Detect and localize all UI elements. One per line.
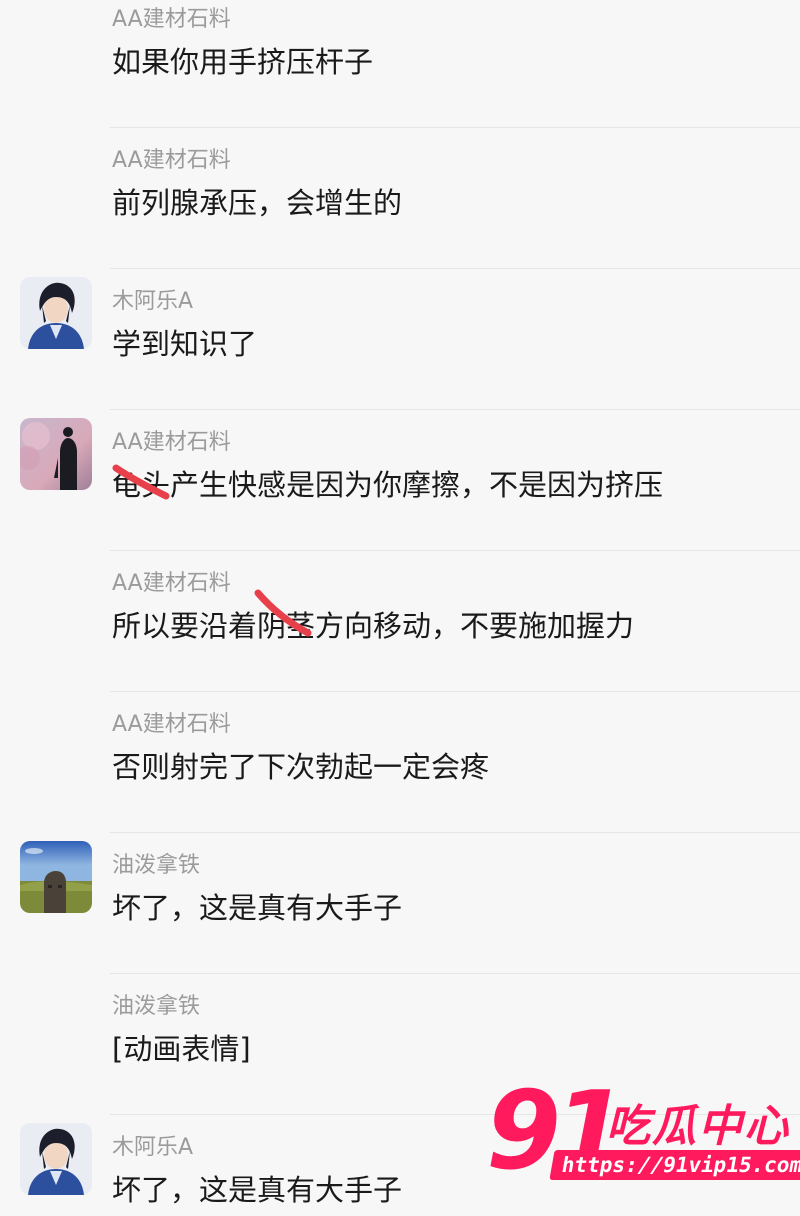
sender-name: AA建材石料: [112, 7, 231, 32]
sender-name: 油泼拿铁: [112, 853, 201, 878]
sender-name: AA建材石料: [112, 430, 231, 455]
message-text[interactable]: 坏了，这是真有大手子: [112, 885, 402, 927]
watermark-url: https://91vip15.com: [549, 1150, 800, 1180]
sender-name: AA建材石料: [112, 571, 231, 596]
chat-screen: AA建材石料 如果你用手挤压杆子 AA建材石料 前列腺承压，会增生的 木阿乐A …: [0, 0, 800, 1216]
chat-message: AA建材石料 否则射完了下次勃起一定会疼: [0, 692, 800, 833]
chat-message: AA建材石料 龟头产生快感是因为你摩擦，不是因为挤压: [0, 410, 800, 551]
watermark-name: 吃瓜中心: [606, 1101, 790, 1152]
chat-message: AA建材石料 如果你用手挤压杆子: [0, 0, 800, 128]
anime-boy-avatar[interactable]: [20, 1123, 92, 1195]
silhouette-avatar[interactable]: [20, 418, 92, 490]
chat-message: AA建材石料 前列腺承压，会增生的: [0, 128, 800, 269]
message-text[interactable]: 坏了，这是真有大手子: [112, 1167, 402, 1209]
message-text[interactable]: 所以要沿着阴茎方向移动，不要施加握力: [112, 603, 634, 645]
anime-boy-avatar[interactable]: [20, 277, 92, 349]
sender-name: 油泼拿铁: [112, 994, 201, 1019]
site-watermark: 91 吃瓜中心 https://91vip15.com: [486, 1078, 800, 1206]
message-text[interactable]: 学到知识了: [112, 321, 257, 363]
sender-name: AA建材石料: [112, 712, 231, 737]
statue-avatar[interactable]: [20, 841, 92, 913]
sender-name: 木阿乐A: [112, 289, 194, 314]
sender-name: AA建材石料: [112, 148, 231, 173]
sender-name: 木阿乐A: [112, 1135, 194, 1160]
message-text[interactable]: 如果你用手挤压杆子: [112, 39, 373, 81]
chat-message: 油泼拿铁 坏了，这是真有大手子: [0, 833, 800, 974]
chat-message: 木阿乐A 学到知识了: [0, 269, 800, 410]
message-text[interactable]: 否则射完了下次勃起一定会疼: [112, 744, 489, 786]
message-text[interactable]: 龟头产生快感是因为你摩擦，不是因为挤压: [112, 462, 663, 504]
message-text[interactable]: [动画表情]: [112, 1026, 251, 1068]
chat-message: AA建材石料 所以要沿着阴茎方向移动，不要施加握力: [0, 551, 800, 692]
message-text[interactable]: 前列腺承压，会增生的: [112, 180, 402, 222]
